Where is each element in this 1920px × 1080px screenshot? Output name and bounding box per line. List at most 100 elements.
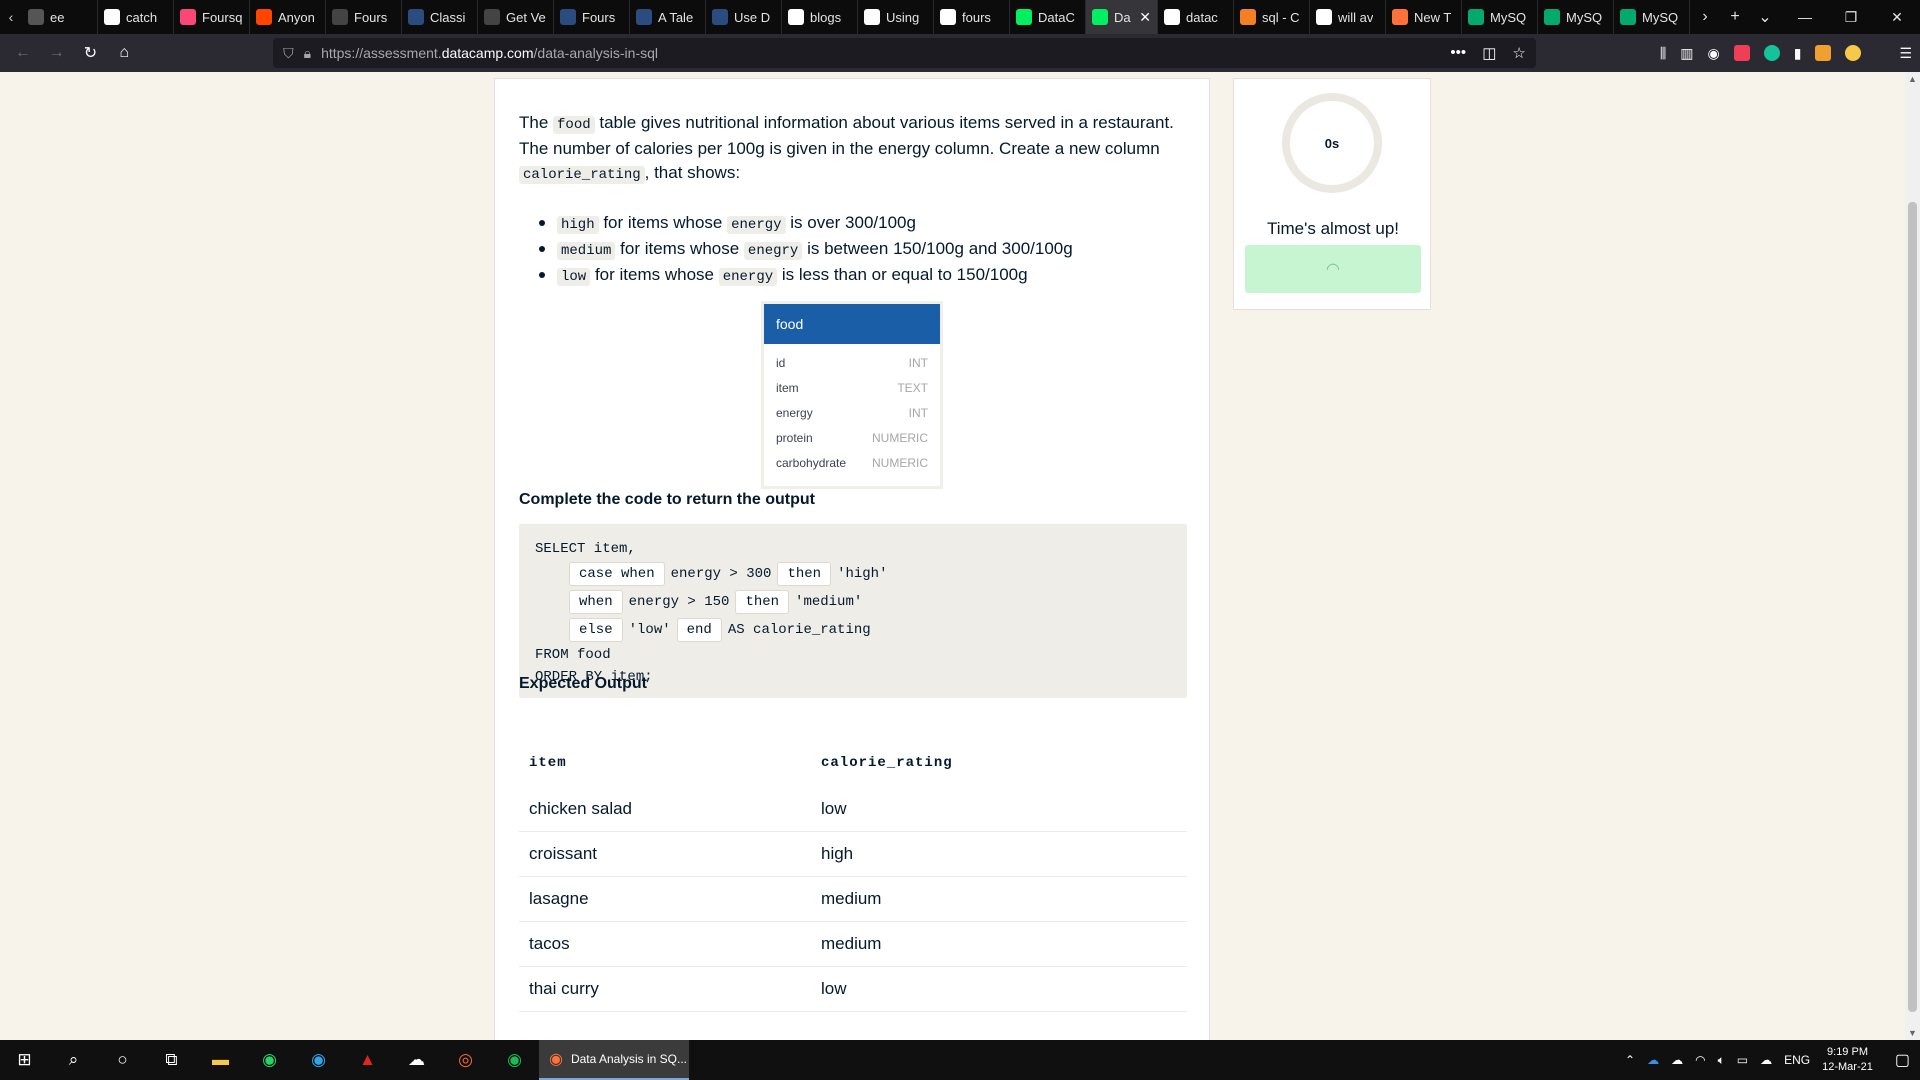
- scrollbar-thumb[interactable]: [1908, 202, 1917, 1012]
- browser-tab[interactable]: DataC: [1010, 0, 1086, 34]
- tab-scroll-right-icon[interactable]: ›: [1690, 0, 1720, 34]
- cloud-sync-icon[interactable]: ☁: [1760, 1053, 1772, 1067]
- browser-tab[interactable]: will av: [1310, 0, 1386, 34]
- edge-icon[interactable]: ◉: [294, 1040, 343, 1080]
- tab-label: MySQ: [1490, 9, 1527, 25]
- schema-column-type: TEXT: [897, 380, 928, 395]
- browser-tab[interactable]: Fours: [554, 0, 630, 34]
- expected-output-heading: Expected Output: [519, 675, 648, 692]
- minimize-icon[interactable]: —: [1782, 0, 1828, 34]
- browser-tab[interactable]: Classi: [402, 0, 478, 34]
- shield-icon[interactable]: ⛉: [283, 45, 294, 62]
- tab-label: Fours: [354, 9, 388, 25]
- taskbar-firefox-window[interactable]: ◉ Data Analysis in SQ...: [539, 1040, 689, 1080]
- grammarly-extension-icon[interactable]: [1763, 45, 1780, 61]
- tds-icon: [560, 9, 576, 25]
- spotify-icon[interactable]: ◉: [490, 1040, 539, 1080]
- tab-label: Anyon: [278, 9, 315, 25]
- schema-column-type: INT: [908, 405, 928, 420]
- browser-tab[interactable]: MySQ: [1538, 0, 1614, 34]
- volume-icon[interactable]: 🔈︎: [1718, 1053, 1725, 1068]
- close-tab-icon[interactable]: ✕: [1139, 9, 1151, 26]
- new-tab-icon[interactable]: +: [1720, 0, 1750, 34]
- clock[interactable]: 9:19 PM 12-Mar-21: [1822, 1045, 1873, 1075]
- bookmark-star-icon[interactable]: ☆: [1512, 44, 1525, 62]
- browser-tab[interactable]: blogs: [782, 0, 858, 34]
- code-slot-else[interactable]: else: [569, 618, 623, 642]
- whatsapp-icon[interactable]: ◉: [245, 1040, 294, 1080]
- acrobat-icon[interactable]: ▲: [343, 1040, 392, 1080]
- lock-icon[interactable]: 🔒︎: [304, 45, 311, 62]
- close-window-icon[interactable]: ✕: [1874, 0, 1920, 34]
- browser-tab[interactable]: Use D: [706, 0, 782, 34]
- browser-tab[interactable]: MySQ: [1614, 0, 1690, 34]
- submit-button[interactable]: ◠: [1245, 245, 1421, 293]
- scroll-down-icon[interactable]: ▼: [1908, 1028, 1917, 1038]
- onedrive-icon[interactable]: ☁: [1647, 1053, 1659, 1067]
- back-arrow-icon[interactable]: ←: [8, 38, 38, 68]
- sidebar-icon[interactable]: ▥: [1680, 45, 1693, 62]
- task-view-icon[interactable]: ⧉: [147, 1040, 196, 1080]
- browser-tab[interactable]: Fours: [326, 0, 402, 34]
- scroll-up-icon[interactable]: ▲: [1908, 74, 1917, 84]
- google-icon: [1316, 9, 1332, 25]
- code-slot-case-when[interactable]: case when: [569, 562, 665, 586]
- search-icon[interactable]: ⌕: [49, 1040, 98, 1080]
- language-indicator[interactable]: ENG: [1784, 1053, 1810, 1067]
- home-icon[interactable]: ⌂: [109, 38, 139, 68]
- restore-icon[interactable]: ❐: [1828, 0, 1874, 34]
- battery-icon[interactable]: ▭: [1737, 1053, 1748, 1067]
- code-slot-then[interactable]: then: [777, 562, 832, 586]
- menu-icon[interactable]: ☰: [1899, 45, 1912, 62]
- onedrive-personal-icon[interactable]: ☁: [1671, 1053, 1683, 1067]
- tab-label: DataC: [1038, 9, 1075, 25]
- google-icon: [1164, 9, 1180, 25]
- browser-tab[interactable]: sql - C: [1234, 0, 1310, 34]
- list-item: medium for items whose enegry is between…: [537, 237, 1073, 263]
- browser-tab[interactable]: Get Ve: [478, 0, 554, 34]
- browser-tab[interactable]: Anyon: [250, 0, 326, 34]
- nav-bar: ← → ↻ ⌂ ⛉ 🔒︎ https://assessment.datacamp…: [0, 34, 1920, 72]
- file-explorer-icon[interactable]: ▬: [196, 1040, 245, 1080]
- browser-tab[interactable]: catch: [98, 0, 174, 34]
- code-slot-end[interactable]: end: [676, 618, 722, 642]
- pocket-extension-icon[interactable]: [1733, 45, 1750, 61]
- browser-tab[interactable]: MySQ: [1462, 0, 1538, 34]
- url-bar[interactable]: ⛉ 🔒︎ https://assessment.datacamp.com/dat…: [273, 38, 1536, 68]
- extension-icon[interactable]: ▮: [1794, 45, 1802, 62]
- more-actions-icon[interactable]: •••: [1450, 44, 1466, 62]
- account-icon[interactable]: ◉: [1708, 45, 1720, 62]
- reload-icon[interactable]: ↻: [76, 38, 106, 68]
- honey-extension-icon[interactable]: [1815, 45, 1832, 61]
- tab-label: Fours: [582, 9, 616, 25]
- wifi-icon[interactable]: ◠: [1695, 1053, 1705, 1067]
- forward-arrow-icon[interactable]: →: [42, 38, 72, 68]
- table-name-code: food: [553, 116, 595, 134]
- browser-tab[interactable]: datac: [1158, 0, 1234, 34]
- schema-table-name: food: [764, 304, 940, 344]
- pocket-icon[interactable]: ◫: [1482, 44, 1496, 62]
- url-text[interactable]: https://assessment.datacamp.com/data-ana…: [321, 45, 658, 61]
- chrome-extension-icon[interactable]: [1845, 45, 1862, 61]
- code-slot-then[interactable]: then: [735, 590, 790, 614]
- scrollbar[interactable]: ▲ ▼: [1905, 72, 1920, 1040]
- library-icon[interactable]: ⫼: [1660, 45, 1666, 62]
- browser-tab[interactable]: Foursq: [174, 0, 250, 34]
- media-app-icon[interactable]: ◎: [441, 1040, 490, 1080]
- show-hidden-icons-icon[interactable]: ⌃: [1625, 1053, 1635, 1067]
- code-slot-when[interactable]: when: [569, 590, 623, 614]
- browser-tab[interactable]: A Tale: [630, 0, 706, 34]
- cloud-app-icon[interactable]: ☁: [392, 1040, 441, 1080]
- browser-tab[interactable]: ee: [22, 0, 98, 34]
- browser-tab[interactable]: Using: [858, 0, 934, 34]
- firefox-icon: ◉: [549, 1051, 563, 1068]
- notifications-icon[interactable]: ▢: [1895, 1050, 1910, 1070]
- cortana-icon[interactable]: ○: [98, 1040, 147, 1080]
- browser-tab[interactable]: Da ✕: [1086, 0, 1158, 34]
- windows-start-icon[interactable]: ⊞: [0, 1040, 49, 1080]
- browser-tab[interactable]: fours: [934, 0, 1010, 34]
- browser-tab[interactable]: New T: [1386, 0, 1462, 34]
- tab-list-chevron-icon[interactable]: ⌄: [1750, 0, 1780, 34]
- tab-scroll-left-icon[interactable]: ‹: [0, 0, 22, 34]
- column-code: energy: [727, 216, 786, 234]
